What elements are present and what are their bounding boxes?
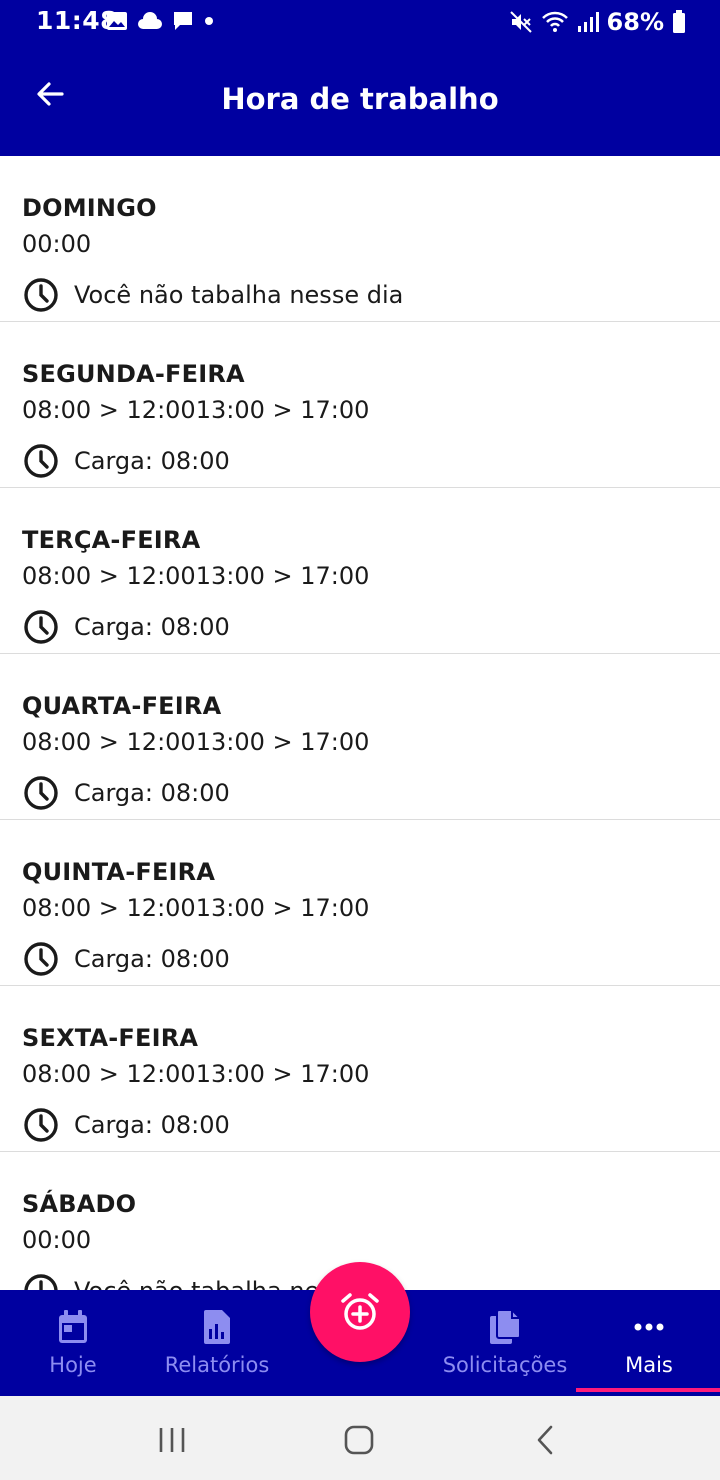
home-button[interactable] xyxy=(337,1418,381,1462)
report-icon xyxy=(204,1310,230,1344)
clock-icon xyxy=(24,444,58,478)
clock-icon xyxy=(24,942,58,976)
clock-icon xyxy=(24,1274,58,1290)
mute-icon xyxy=(509,10,533,34)
day-item-terca: TERÇA-FEIRA 08:00 > 12:0013:00 > 17:00 C… xyxy=(0,488,720,654)
chevron-left-icon xyxy=(537,1425,553,1455)
day-hours: 08:00 > 12:0013:00 > 17:00 xyxy=(22,1060,370,1088)
cloud-icon xyxy=(138,12,162,30)
image-icon xyxy=(106,11,128,31)
battery-icon xyxy=(672,10,686,34)
day-item-sexta: SEXTA-FEIRA 08:00 > 12:0013:00 > 17:00 C… xyxy=(0,986,720,1152)
nav-item-mais[interactable]: Mais xyxy=(578,1290,720,1396)
day-detail: Carga: 08:00 xyxy=(74,1111,230,1139)
battery-percent: 68% xyxy=(606,8,664,36)
clock-icon xyxy=(24,610,58,644)
recent-apps-button[interactable] xyxy=(150,1418,194,1462)
day-item-domingo: DOMINGO 00:00 Você não tabalha nesse dia xyxy=(0,156,720,322)
clock-icon xyxy=(24,278,58,312)
status-bar: 11:48 68% xyxy=(0,0,720,44)
alarm-add-icon xyxy=(341,1293,379,1330)
nav-label: Hoje xyxy=(49,1353,97,1377)
day-detail: Carga: 08:00 xyxy=(74,447,230,475)
nav-item-hoje[interactable]: Hoje xyxy=(0,1290,146,1396)
workday-list: DOMINGO 00:00 Você não tabalha nesse dia… xyxy=(0,156,720,1290)
dot-icon xyxy=(204,16,214,26)
system-nav-bar xyxy=(0,1396,720,1480)
nav-label: Solicitações xyxy=(442,1353,568,1377)
day-hours: 00:00 xyxy=(22,230,92,258)
day-hours: 00:00 xyxy=(22,1226,92,1254)
nav-label: Relatórios xyxy=(164,1353,270,1377)
back-nav-button[interactable] xyxy=(524,1418,568,1462)
nav-item-relatorios[interactable]: Relatórios xyxy=(146,1290,288,1396)
day-name: TERÇA-FEIRA xyxy=(22,526,201,554)
recent-apps-icon xyxy=(159,1428,185,1452)
day-name: QUARTA-FEIRA xyxy=(22,692,222,720)
day-hours: 08:00 > 12:0013:00 > 17:00 xyxy=(22,728,370,756)
day-detail: Você não tabalha nesse dia xyxy=(74,281,404,309)
day-name: SEXTA-FEIRA xyxy=(22,1024,199,1052)
day-detail: Carga: 08:00 xyxy=(74,779,230,807)
more-icon xyxy=(634,1323,664,1331)
nav-item-solicitacoes[interactable]: Solicitações xyxy=(432,1290,578,1396)
day-hours: 08:00 > 12:0013:00 > 17:00 xyxy=(22,562,370,590)
day-hours: 08:00 > 12:0013:00 > 17:00 xyxy=(22,894,370,922)
day-item-quinta: QUINTA-FEIRA 08:00 > 12:0013:00 > 17:00 … xyxy=(0,820,720,986)
day-name: QUINTA-FEIRA xyxy=(22,858,216,886)
nav-active-indicator xyxy=(576,1388,720,1392)
app-bar: Hora de trabalho xyxy=(0,44,720,156)
day-detail: Carga: 08:00 xyxy=(74,945,230,973)
calendar-icon xyxy=(59,1310,87,1343)
day-hours: 08:00 > 12:0013:00 > 17:00 xyxy=(22,396,370,424)
day-item-segunda: SEGUNDA-FEIRA 08:00 > 12:0013:00 > 17:00… xyxy=(0,322,720,488)
clock-icon xyxy=(24,776,58,810)
signal-icon xyxy=(577,11,599,33)
day-detail: Carga: 08:00 xyxy=(74,613,230,641)
add-alarm-fab[interactable] xyxy=(310,1262,410,1362)
day-name: DOMINGO xyxy=(22,194,157,222)
day-name: SÁBADO xyxy=(22,1190,137,1218)
documents-icon xyxy=(490,1309,521,1344)
nav-label: Mais xyxy=(625,1353,673,1377)
clock-icon xyxy=(24,1108,58,1142)
page-title: Hora de trabalho xyxy=(221,82,499,116)
day-item-quarta: QUARTA-FEIRA 08:00 > 12:0013:00 > 17:00 … xyxy=(0,654,720,820)
day-name: SEGUNDA-FEIRA xyxy=(22,360,245,388)
chat-icon xyxy=(172,10,194,32)
wifi-icon xyxy=(541,10,569,34)
home-icon xyxy=(344,1425,374,1455)
